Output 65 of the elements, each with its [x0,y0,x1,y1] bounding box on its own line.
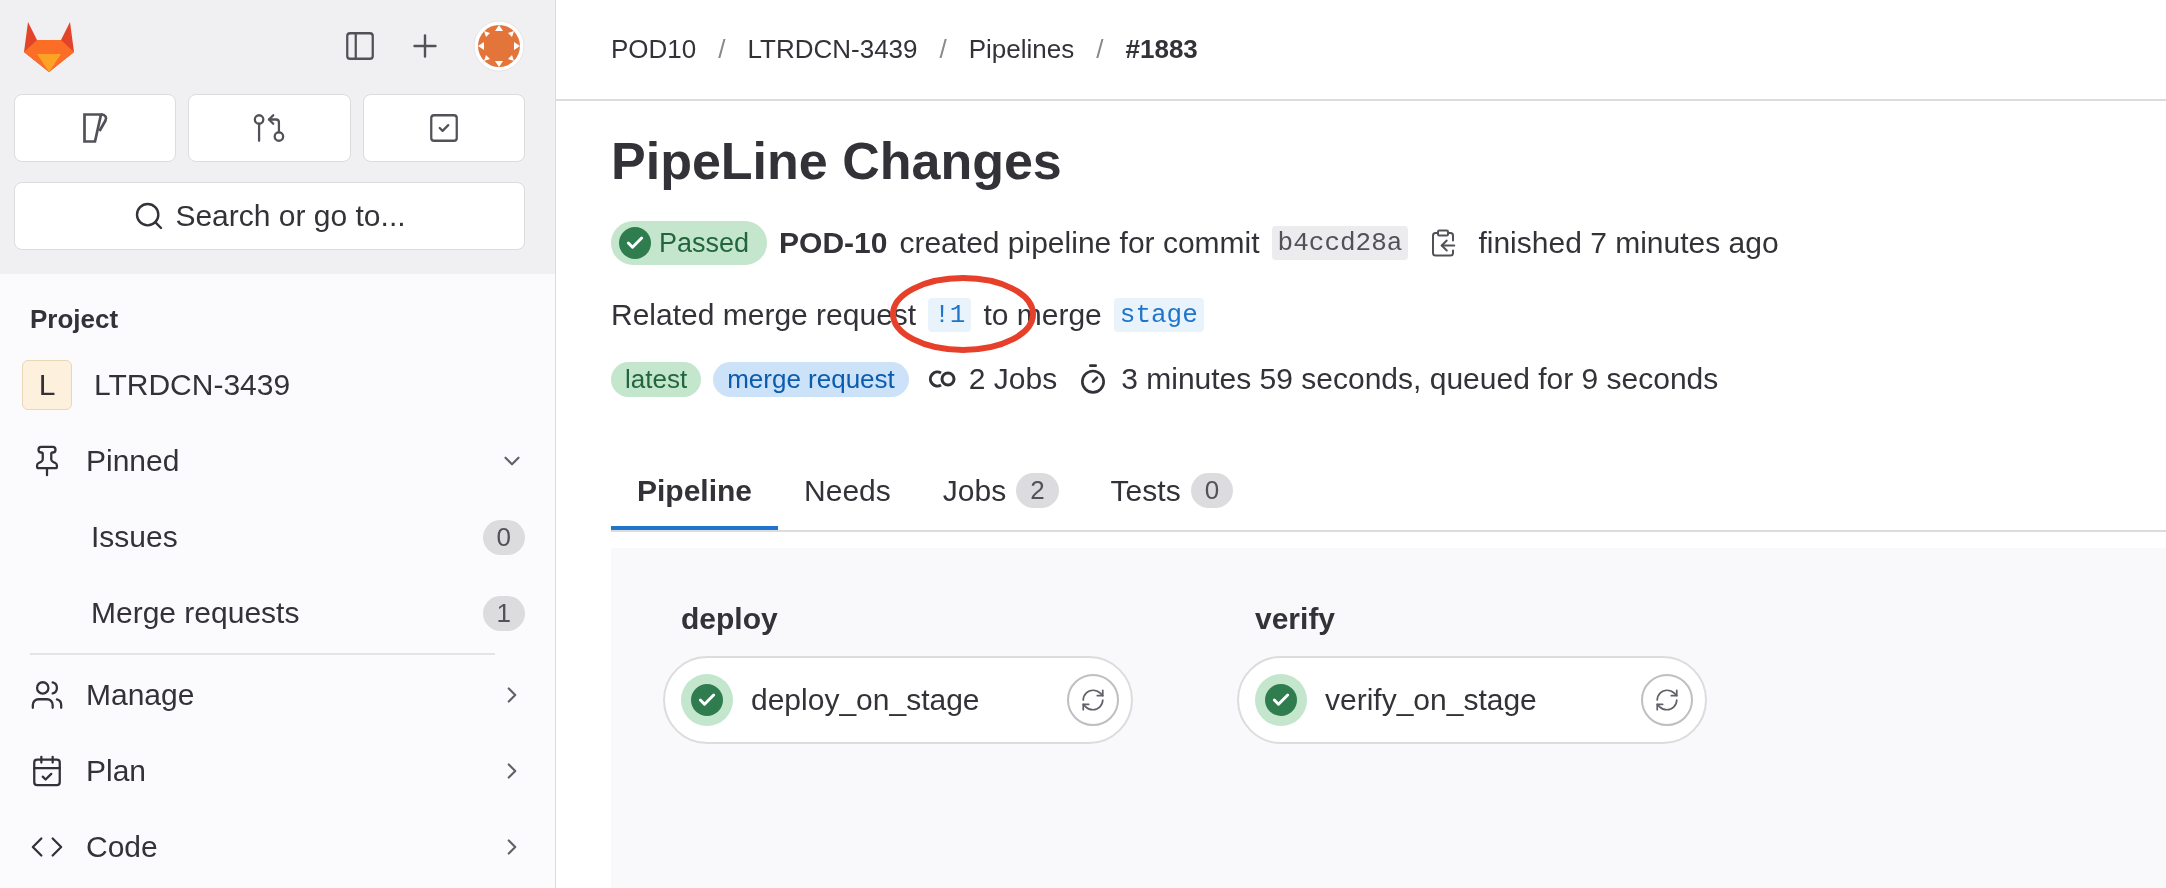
breadcrumb-link[interactable]: POD10 [611,34,697,65]
calendar-icon [30,754,64,788]
nav-item[interactable]: Pinned [0,423,555,499]
tab[interactable]: Tests 0 [1084,455,1260,530]
breadcrumb-link[interactable]: #1883 [1125,34,1198,65]
section-title: Project [29,303,120,336]
job-pill[interactable]: verify_on_stage [1237,656,1707,744]
job-pill[interactable]: deploy_on_stage [663,656,1133,744]
merge-requests-button[interactable] [188,94,351,162]
count-badge: 0 [1190,473,1234,508]
pipeline-text: created pipeline for commit [899,226,1260,260]
users-icon [30,678,64,712]
breadcrumb-link[interactable]: Pipelines [968,34,1075,65]
linked-circles-icon [926,368,957,390]
nav-item[interactable]: Plan [0,733,555,809]
tab[interactable]: Needs [778,455,917,530]
nav-item[interactable]: Merge requests 1 [0,575,555,651]
jobs-count: 2 Jobs [968,362,1058,396]
breadcrumb-separator: / [1096,34,1104,65]
user-avatar[interactable] [473,20,525,72]
sidebar-toggle-button[interactable] [343,29,377,63]
stage-name: deploy [680,602,779,636]
nav-label: Merge requests [91,596,301,630]
search-field[interactable]: Search or go to... [14,182,525,250]
branch-link[interactable]: stage [1113,298,1204,332]
finished-text: finished 7 minutes ago [1478,226,1779,260]
nav-label: Manage [86,678,196,712]
merge-request-icon [252,111,287,145]
pipeline-tag: latest [611,361,702,397]
breadcrumb-separator: / [939,34,947,65]
nav-label: Plan [86,754,148,788]
nav-item[interactable]: Manage [0,657,555,733]
nav-label: Code [86,830,159,864]
stage-name: verify [1254,602,1337,636]
job-name: verify_on_stage [1325,683,1538,717]
tab[interactable]: Jobs 2 [916,455,1085,530]
count-badge: 2 [1016,473,1059,508]
count-badge: 0 [482,519,525,555]
status-check-icon [681,674,733,726]
project-name: LTRDCN-3439 [94,368,292,402]
nav-label: Pinned [86,444,181,478]
issues-button[interactable] [14,94,177,162]
tab[interactable]: Pipeline [611,455,779,530]
breadcrumb-link[interactable]: LTRDCN-3439 [747,34,918,65]
page-title: PipeLine Changes [611,131,1063,191]
pipeline-tag: merge request [713,361,909,397]
retry-button[interactable] [1641,674,1693,726]
count-badge: 1 [482,595,525,631]
todo-button[interactable] [362,94,525,162]
retry-icon [1080,687,1106,713]
project-link[interactable]: L LTRDCN-3439 [0,347,555,423]
commit-sha[interactable]: b4ccd28a [1271,226,1409,260]
status-check-icon [1255,674,1307,726]
nav-item[interactable]: Issues 0 [0,499,555,575]
duration-text: 3 minutes 59 seconds, queued for 9 seconds [1121,362,1719,396]
breadcrumb-separator: / [718,34,726,65]
job-name: deploy_on_stage [751,683,981,717]
author-link[interactable]: POD-10 [779,226,888,260]
retry-button[interactable] [1067,674,1119,726]
nav-label: Issues [91,520,179,554]
project-avatar: L [22,360,72,410]
retry-icon [1654,687,1680,713]
status-badge[interactable]: Passed [611,221,768,265]
merge-request-link[interactable]: !1 [928,298,972,332]
nav-item[interactable]: Code [0,809,555,885]
